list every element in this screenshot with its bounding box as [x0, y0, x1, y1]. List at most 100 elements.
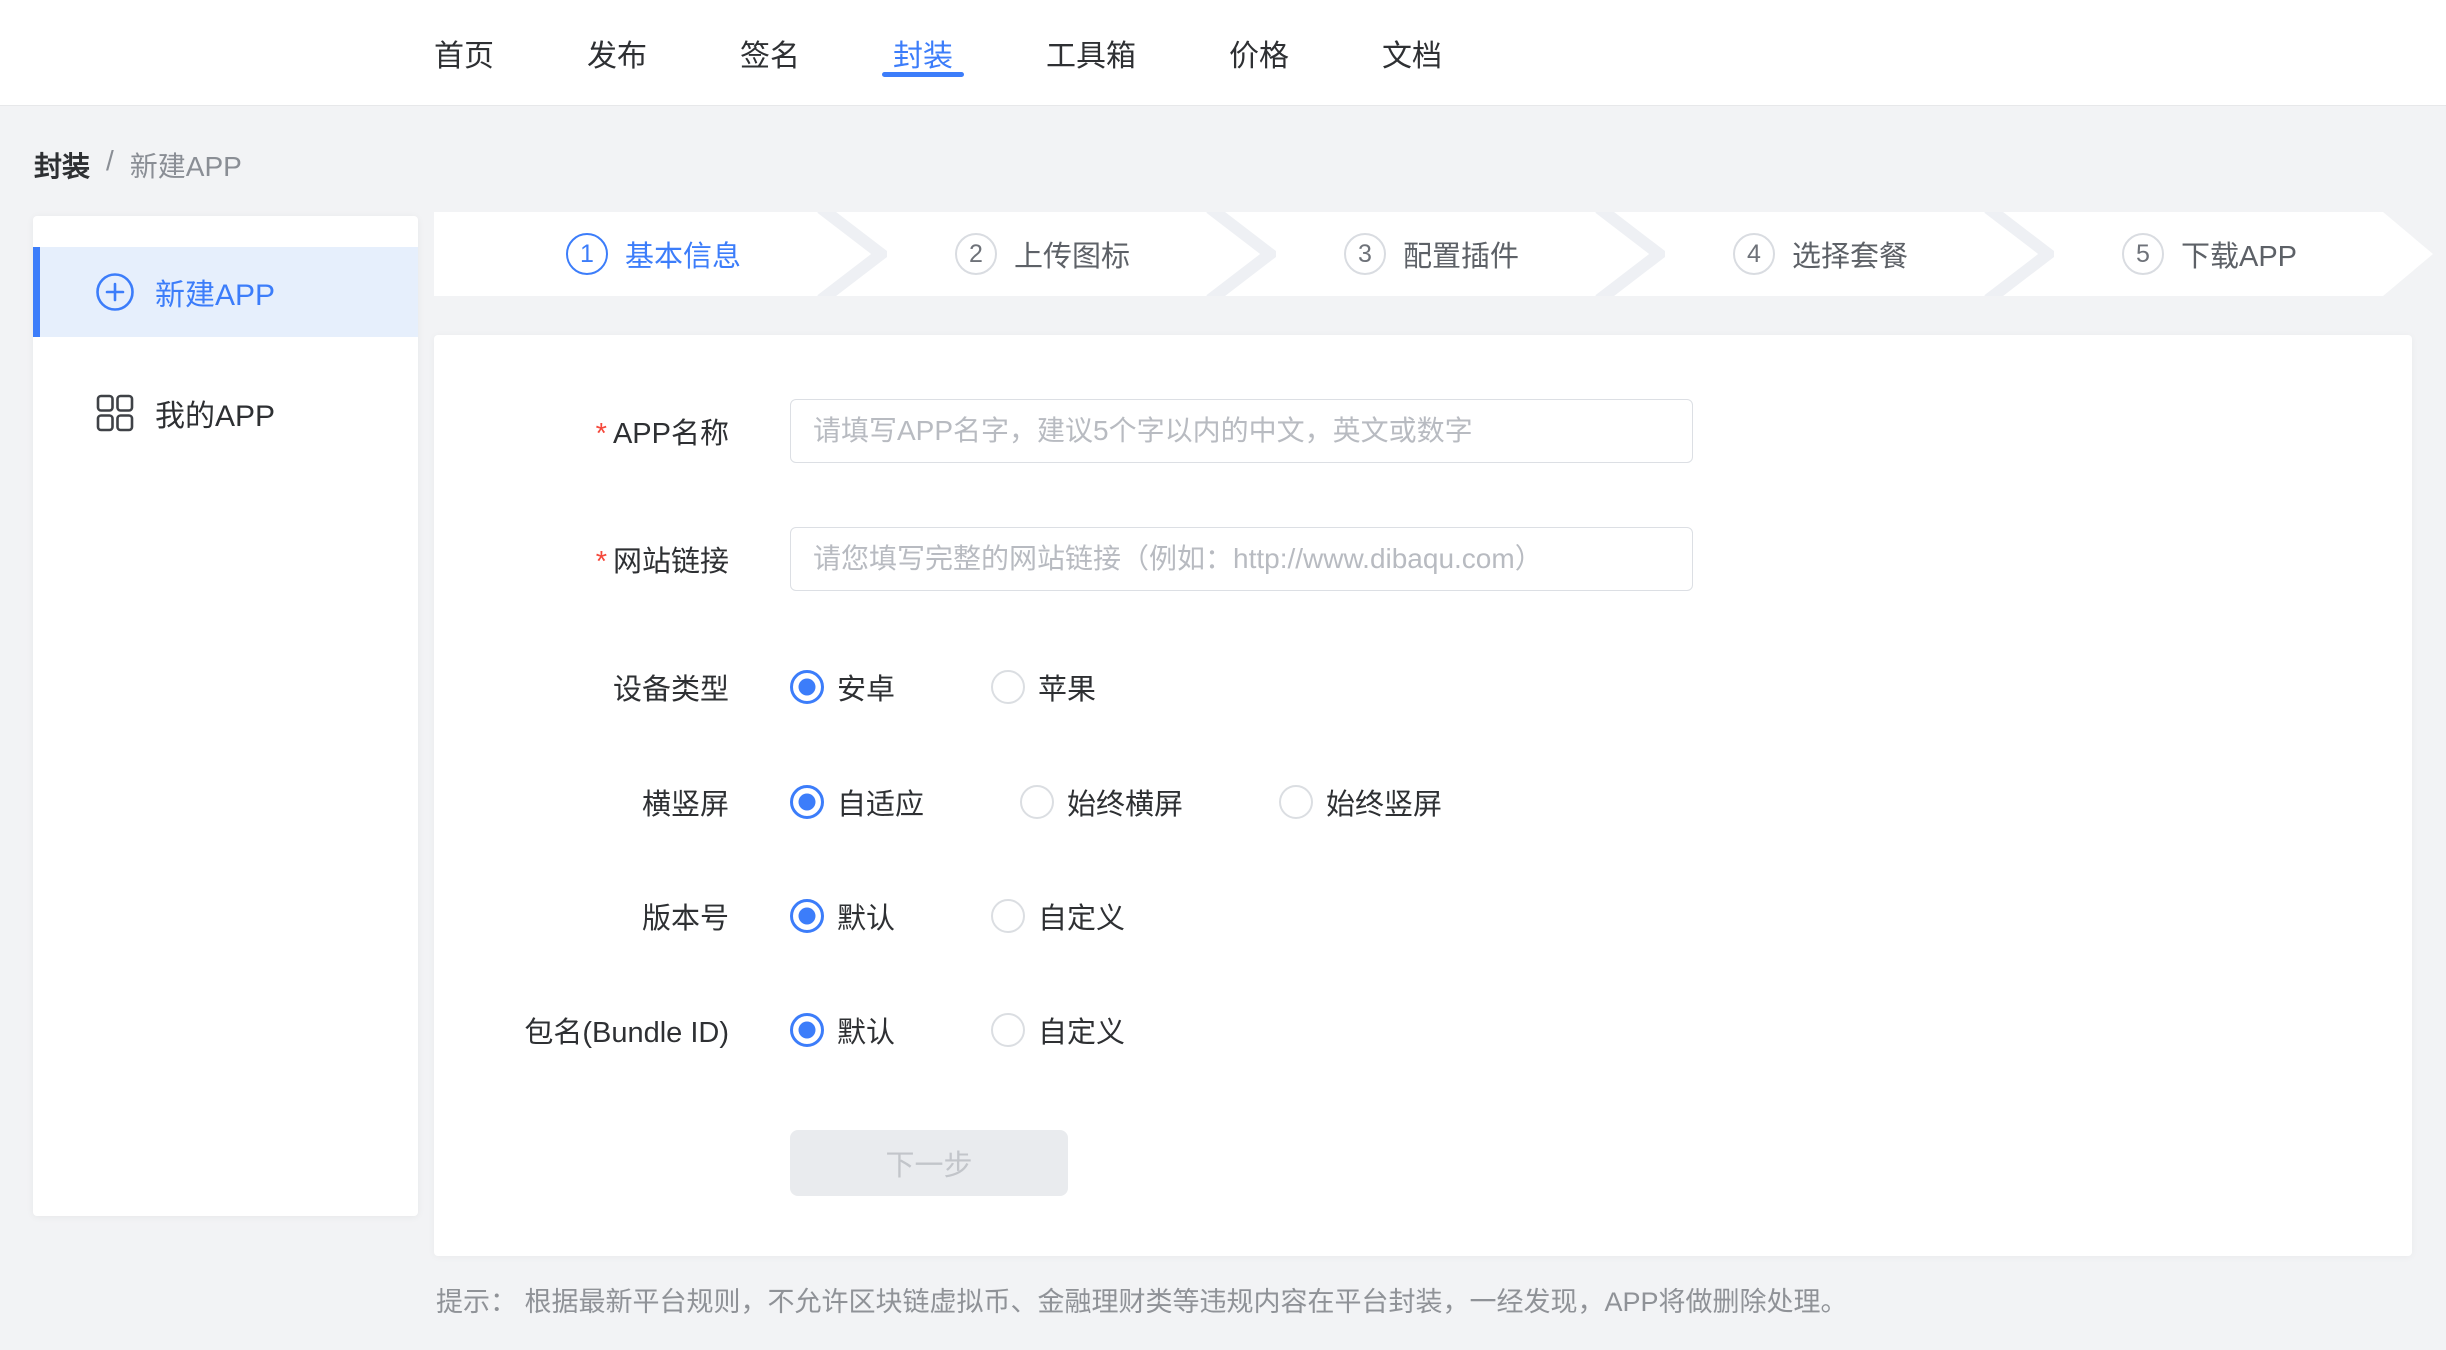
- chevron-right-icon: [1204, 212, 1276, 296]
- top-nav-items: 首页发布签名封装 工具箱 价格文档: [434, 0, 1442, 105]
- form-row-bundle-id: 包名(Bundle ID) 默认 自定义: [434, 1010, 2412, 1050]
- breadcrumb-separator: /: [106, 145, 114, 185]
- form-row-site-url: *网站链接: [434, 527, 2412, 591]
- form-row-version: 版本号 默认 自定义: [434, 896, 2412, 936]
- bundle-id-label: 包名(Bundle ID): [434, 1009, 729, 1051]
- sidebar-item-label: 我的APP: [155, 391, 275, 435]
- field-label-text: APP名称: [613, 418, 729, 450]
- site-url-input[interactable]: [790, 527, 1693, 591]
- breadcrumb-parent[interactable]: 封装: [34, 145, 90, 185]
- radio-selected-icon: [790, 1013, 824, 1047]
- nav-item-3[interactable]: 签名: [740, 0, 800, 105]
- form-row-app-name: *APP名称: [434, 399, 2412, 463]
- orientation-option-3[interactable]: 始终竖屏: [1279, 781, 1442, 823]
- radio-selected-icon: [790, 785, 824, 819]
- orientation-option-2[interactable]: 始终横屏: [1020, 781, 1183, 823]
- step-配置插件: 3 配置插件: [1344, 212, 1519, 296]
- tip-text: 根据最新平台规则，不允许区块链虚拟币、金融理财类等违规内容在平台封装，一经发现，…: [525, 1287, 1848, 1317]
- radio-selected-icon: [790, 899, 824, 933]
- top-nav-bar: 首页发布签名封装 工具箱 价格文档: [0, 0, 2446, 106]
- form-row-orientation: 横竖屏 自适应 始终横屏 始终竖屏: [434, 782, 2412, 822]
- radio-option-label: 默认: [837, 1009, 895, 1051]
- orientation-option-1[interactable]: 自适应: [790, 781, 924, 823]
- next-step-button[interactable]: 下一步: [790, 1130, 1068, 1196]
- device-type-option-2[interactable]: 苹果: [991, 666, 1096, 708]
- step-number-badge: 5: [2122, 233, 2164, 275]
- step-下载APP: 5 下载APP: [2122, 212, 2297, 296]
- field-label-text: 包名(Bundle ID): [524, 1017, 729, 1049]
- field-label-text: 设备类型: [613, 674, 729, 706]
- site-url-control: [790, 527, 1693, 591]
- nav-item-6[interactable]: 价格: [1229, 0, 1289, 105]
- nav-item-4[interactable]: 封装: [893, 0, 953, 105]
- required-asterisk: *: [596, 546, 607, 578]
- version-label: 版本号: [434, 895, 729, 937]
- radio-option-label: 安卓: [837, 666, 895, 708]
- form-row-device-type: 设备类型 安卓 苹果: [434, 667, 2412, 707]
- chevron-right-icon: [1982, 212, 2054, 296]
- step-label: 基本信息: [625, 233, 741, 275]
- nav-item-7[interactable]: 文档: [1382, 0, 1442, 105]
- bundle-id-option-1[interactable]: 默认: [790, 1009, 895, 1051]
- chevron-right-icon: [1593, 212, 1665, 296]
- step-label: 上传图标: [1014, 233, 1130, 275]
- radio-option-label: 苹果: [1038, 666, 1096, 708]
- radio-option-label: 始终横屏: [1067, 781, 1183, 823]
- step-上传图标: 2 上传图标: [955, 212, 1130, 296]
- field-label-text: 版本号: [642, 903, 729, 935]
- radio-option-label: 自定义: [1038, 1009, 1125, 1051]
- orientation-label: 横竖屏: [434, 781, 729, 823]
- step-label: 选择套餐: [1792, 233, 1908, 275]
- step-number-badge: 2: [955, 233, 997, 275]
- version-control: 默认 自定义: [790, 895, 1221, 937]
- bundle-id-option-2[interactable]: 自定义: [991, 1009, 1125, 1051]
- chevron-right-icon: [815, 212, 887, 296]
- bundle-id-control: 默认 自定义: [790, 1009, 1221, 1051]
- field-label-text: 网站链接: [613, 546, 729, 578]
- grid-icon: [95, 393, 135, 433]
- app-name-control: [790, 399, 1693, 463]
- app-name-label: *APP名称: [434, 410, 729, 452]
- plus-circle-icon: [95, 272, 135, 312]
- nav-item-2[interactable]: 发布: [587, 0, 647, 105]
- step-label: 下载APP: [2181, 233, 2297, 275]
- field-label-text: 横竖屏: [642, 789, 729, 821]
- nav-item-1[interactable]: 首页: [434, 0, 494, 105]
- nav-item-5[interactable]: 工具箱: [1046, 0, 1136, 105]
- breadcrumb-current: 新建APP: [130, 145, 242, 185]
- device-type-option-1[interactable]: 安卓: [790, 666, 895, 708]
- device-type-control: 安卓 苹果: [790, 666, 1192, 708]
- step-基本信息: 1 基本信息: [566, 212, 741, 296]
- sidebar-item-新建APP[interactable]: 新建APP: [33, 247, 418, 337]
- new-app-form-card: *APP名称*网站链接设备类型安卓苹果横竖屏自适应始终横屏始终竖屏版本号默认自定…: [434, 335, 2412, 1256]
- step-选择套餐: 4 选择套餐: [1733, 212, 1908, 296]
- radio-option-label: 默认: [837, 895, 895, 937]
- radio-option-label: 自适应: [837, 781, 924, 823]
- radio-unselected-icon: [991, 899, 1025, 933]
- orientation-control: 自适应 始终横屏 始终竖屏: [790, 781, 1538, 823]
- radio-unselected-icon: [1020, 785, 1054, 819]
- step-number-badge: 3: [1344, 233, 1386, 275]
- steps-wizard: 1 基本信息 2 上传图标 3 配置插件 4 选择套餐 5 下载APP: [434, 212, 2433, 296]
- breadcrumb: 封装 / 新建APP: [34, 145, 242, 185]
- sidebar: 新建APP 我的APP: [33, 216, 418, 1216]
- radio-unselected-icon: [1279, 785, 1313, 819]
- site-url-label: *网站链接: [434, 538, 729, 580]
- step-number-badge: 4: [1733, 233, 1775, 275]
- app-name-input[interactable]: [790, 399, 1693, 463]
- step-label: 配置插件: [1403, 233, 1519, 275]
- step-number-badge: 1: [566, 233, 608, 275]
- radio-option-label: 自定义: [1038, 895, 1125, 937]
- required-asterisk: *: [596, 418, 607, 450]
- radio-selected-icon: [790, 670, 824, 704]
- version-option-1[interactable]: 默认: [790, 895, 895, 937]
- tip-prefix: 提示：: [436, 1287, 517, 1317]
- platform-rule-tip: 提示： 根据最新平台规则，不允许区块链虚拟币、金融理财类等违规内容在平台封装，一…: [436, 1280, 1848, 1319]
- device-type-label: 设备类型: [434, 666, 729, 708]
- radio-unselected-icon: [991, 670, 1025, 704]
- sidebar-item-我的APP[interactable]: 我的APP: [33, 368, 418, 458]
- radio-unselected-icon: [991, 1013, 1025, 1047]
- version-option-2[interactable]: 自定义: [991, 895, 1125, 937]
- radio-option-label: 始终竖屏: [1326, 781, 1442, 823]
- sidebar-item-label: 新建APP: [155, 270, 275, 314]
